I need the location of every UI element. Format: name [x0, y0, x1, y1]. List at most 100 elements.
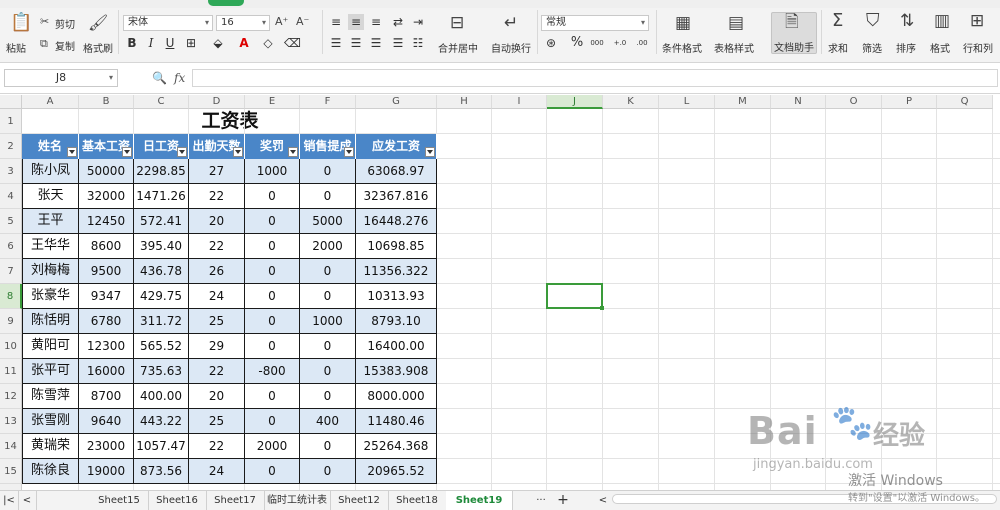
- table-cell[interactable]: 0: [245, 284, 300, 309]
- spreadsheet-grid[interactable]: 工资表 A B C D E F G H I J K L M N O P Q 1 2 3 4 5 6 7 8 9 10 11 12 13 14…: [0, 95, 1000, 490]
- table-cell[interactable]: 565.52: [134, 334, 189, 359]
- table-cell[interactable]: 陈恬明: [22, 309, 79, 334]
- merge-center-icon[interactable]: ⊟: [450, 15, 464, 32]
- column-header-f[interactable]: F: [300, 95, 356, 109]
- percent-button[interactable]: %: [569, 35, 585, 51]
- sheet-tab[interactable]: Sheet19: [446, 491, 513, 510]
- table-cell[interactable]: 1000: [300, 309, 356, 334]
- table-cell[interactable]: 12450: [79, 209, 134, 234]
- table-cell[interactable]: 0: [245, 184, 300, 209]
- table-cell[interactable]: 23000: [79, 434, 134, 459]
- table-cell[interactable]: 陈雪萍: [22, 384, 79, 409]
- font-name-select[interactable]: 宋体 ▾: [123, 15, 213, 31]
- table-cell[interactable]: 5000: [300, 209, 356, 234]
- underline-button[interactable]: U: [162, 35, 178, 51]
- sheet-tab[interactable]: Sheet12: [330, 491, 389, 510]
- table-cell[interactable]: 50000: [79, 159, 134, 184]
- filter-icon[interactable]: ⛉: [866, 12, 880, 30]
- table-cell[interactable]: 19000: [79, 459, 134, 484]
- sheet-tab[interactable]: Sheet17: [206, 491, 265, 510]
- table-cell[interactable]: 32367.816: [356, 184, 437, 209]
- number-format-select[interactable]: 常规 ▾: [541, 15, 649, 31]
- sort-icon[interactable]: ⇅: [900, 13, 914, 30]
- table-cell[interactable]: 11356.322: [356, 259, 437, 284]
- table-cell[interactable]: 11480.46: [356, 409, 437, 434]
- format-painter-button[interactable]: 格式刷: [83, 40, 113, 55]
- table-style-button[interactable]: 表格样式: [714, 40, 754, 55]
- sum-icon[interactable]: Σ: [832, 12, 843, 30]
- table-cell[interactable]: 0: [245, 409, 300, 434]
- orientation-icon[interactable]: ⇄: [390, 14, 406, 30]
- add-sheet-icon[interactable]: +: [552, 491, 574, 510]
- paste-icon[interactable]: 📋: [10, 14, 32, 32]
- filter-button[interactable]: 筛选: [862, 40, 882, 55]
- align-right-icon[interactable]: ☰: [368, 35, 384, 51]
- table-cell[interactable]: 0: [245, 234, 300, 259]
- row-header-3[interactable]: 3: [0, 159, 22, 184]
- table-cell[interactable]: 25: [189, 309, 245, 334]
- active-cell-selection[interactable]: [546, 283, 604, 310]
- cut-button[interactable]: 剪切: [55, 16, 75, 31]
- filter-dropdown-icon[interactable]: [288, 147, 298, 157]
- table-cell[interactable]: 0: [245, 384, 300, 409]
- merge-center-button[interactable]: 合并居中: [438, 40, 478, 55]
- filter-dropdown-icon[interactable]: [177, 147, 187, 157]
- active-menu-tab[interactable]: [208, 0, 244, 6]
- format-painter-icon[interactable]: 🖌: [88, 15, 108, 31]
- table-cell[interactable]: 0: [245, 259, 300, 284]
- column-header-b[interactable]: B: [79, 95, 134, 109]
- table-cell[interactable]: 0: [245, 334, 300, 359]
- row-header-15[interactable]: 15: [0, 459, 22, 484]
- table-cell[interactable]: 0: [300, 259, 356, 284]
- table-cell[interactable]: 0: [300, 434, 356, 459]
- table-cell[interactable]: 张豪华: [22, 284, 79, 309]
- align-middle-icon[interactable]: ≡: [348, 14, 364, 30]
- formula-input[interactable]: [192, 69, 998, 87]
- table-cell[interactable]: 15383.908: [356, 359, 437, 384]
- table-cell[interactable]: 436.78: [134, 259, 189, 284]
- table-cell[interactable]: 12300: [79, 334, 134, 359]
- font-color-icon[interactable]: A: [236, 35, 252, 51]
- table-cell[interactable]: 8000.000: [356, 384, 437, 409]
- table-cell[interactable]: 22: [189, 234, 245, 259]
- table-cell[interactable]: 26: [189, 259, 245, 284]
- table-cell[interactable]: 2000: [245, 434, 300, 459]
- table-cell[interactable]: 24: [189, 284, 245, 309]
- sum-button[interactable]: 求和: [828, 40, 848, 55]
- column-header-g[interactable]: G: [356, 95, 437, 109]
- table-cell[interactable]: 400.00: [134, 384, 189, 409]
- table-cell[interactable]: 735.63: [134, 359, 189, 384]
- table-cell[interactable]: 2298.85: [134, 159, 189, 184]
- eraser-icon[interactable]: ⌫: [284, 35, 301, 51]
- table-style-icon[interactable]: ▤: [728, 15, 744, 32]
- sheet-tab[interactable]: Sheet15: [90, 491, 149, 510]
- paste-button[interactable]: 粘贴: [6, 40, 26, 55]
- wrap-text-button[interactable]: 自动换行: [491, 40, 531, 55]
- align-bottom-icon[interactable]: ≡: [368, 14, 384, 30]
- column-header-k[interactable]: K: [603, 95, 659, 109]
- table-cell[interactable]: 1000: [245, 159, 300, 184]
- row-header-8[interactable]: 8: [0, 284, 22, 309]
- column-header-o[interactable]: O: [826, 95, 882, 109]
- column-header-q[interactable]: Q: [937, 95, 993, 109]
- row-col-button[interactable]: 行和列: [963, 40, 993, 55]
- table-cell[interactable]: 8700: [79, 384, 134, 409]
- sheet-tab[interactable]: Sheet16: [148, 491, 207, 510]
- table-header-cell[interactable]: 姓名: [22, 134, 79, 159]
- table-cell[interactable]: 9347: [79, 284, 134, 309]
- row-header-5[interactable]: 5: [0, 209, 22, 234]
- clear-format-icon[interactable]: ◇: [260, 35, 276, 51]
- table-cell[interactable]: 395.40: [134, 234, 189, 259]
- filter-dropdown-icon[interactable]: [425, 147, 435, 157]
- table-header-cell[interactable]: 出勤天数: [189, 134, 245, 159]
- table-cell[interactable]: 16000: [79, 359, 134, 384]
- decrease-decimal-button[interactable]: .00: [632, 35, 652, 51]
- table-cell[interactable]: 王平: [22, 209, 79, 234]
- filter-dropdown-icon[interactable]: [122, 147, 132, 157]
- table-cell[interactable]: 27: [189, 159, 245, 184]
- copy-button[interactable]: 复制: [55, 38, 75, 53]
- table-cell[interactable]: 王华华: [22, 234, 79, 259]
- table-cell[interactable]: 0: [300, 334, 356, 359]
- table-cell[interactable]: 0: [300, 184, 356, 209]
- table-cell[interactable]: 0: [300, 284, 356, 309]
